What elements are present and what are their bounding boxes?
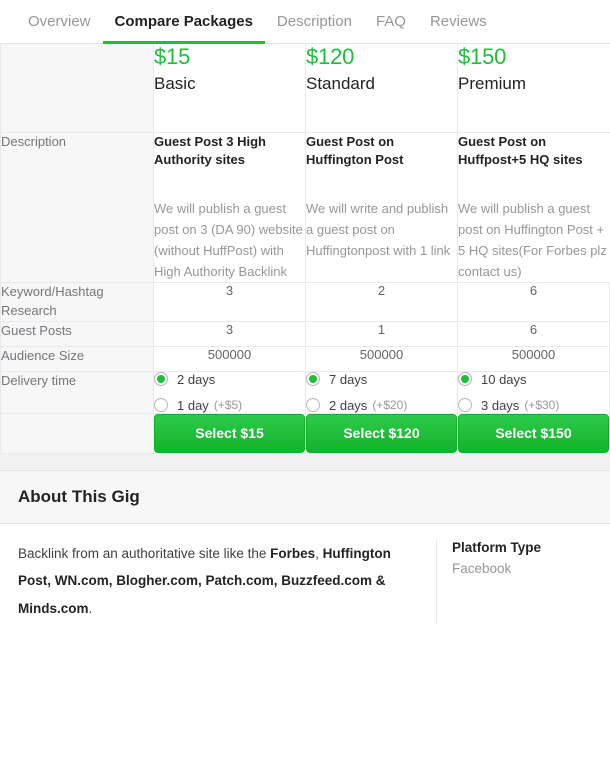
delivery-option[interactable]: 1 day (+$5) xyxy=(154,398,305,413)
about-this-gig-title: About This Gig xyxy=(18,486,140,506)
delivery-option[interactable]: 7 days xyxy=(306,372,457,387)
select-cell-basic: Select $15 xyxy=(153,413,306,454)
delivery-option-extra: (+$20) xyxy=(372,398,408,413)
guest-posts-basic: 3 xyxy=(153,321,306,347)
tab-label: Overview xyxy=(28,13,91,30)
audience-size-standard: 500000 xyxy=(305,346,458,372)
delivery-options-premium: 10 days 3 days (+$30) xyxy=(457,371,610,414)
keyword-research-premium: 6 xyxy=(457,282,610,322)
section-divider xyxy=(0,453,610,471)
description-cell-premium: Guest Post on Huffpost+5 HQ sites We wil… xyxy=(457,132,610,284)
keyword-research-standard: 2 xyxy=(305,282,458,322)
radio-icon[interactable] xyxy=(458,372,472,387)
delivery-option-label: 2 days xyxy=(177,371,216,387)
description-title: Guest Post 3 High Authority sites xyxy=(154,134,266,168)
about-this-gig-body: Backlink from an authoritative site like… xyxy=(0,523,610,623)
radio-icon[interactable] xyxy=(154,398,168,413)
description-title: Guest Post on Huffpost+5 HQ sites xyxy=(458,134,583,168)
table-header-row: $15 Basic $120 Standard $150 Premium xyxy=(0,44,610,133)
tab-faq[interactable]: FAQ xyxy=(364,0,418,44)
guest-posts-standard: 1 xyxy=(305,321,458,347)
tab-label: Reviews xyxy=(429,13,487,30)
package-name: Premium xyxy=(458,74,527,94)
table-row-keyword-research: Keyword/Hashtag Research 3 2 6 xyxy=(0,282,610,322)
description-body: We will publish a guest post on Huffingt… xyxy=(458,200,607,280)
select-cell-standard: Select $120 xyxy=(305,413,458,454)
radio-icon[interactable] xyxy=(458,398,472,413)
package-header-standard: $120 Standard xyxy=(305,44,458,133)
tab-label: Compare Packages xyxy=(114,13,253,30)
compare-packages-panel: $15 Basic $120 Standard $150 Premium Des… xyxy=(0,44,610,454)
package-name: Basic xyxy=(154,74,196,94)
audience-size-basic: 500000 xyxy=(153,346,306,372)
delivery-option[interactable]: 3 days (+$30) xyxy=(458,398,609,413)
delivery-option[interactable]: 2 days xyxy=(154,372,305,387)
delivery-option-label: 10 days xyxy=(481,371,527,387)
select-row-empty-cell xyxy=(0,413,154,454)
table-row-select-buttons: Select $15 Select $120 Select $150 xyxy=(0,413,610,454)
tab-description[interactable]: Description xyxy=(265,0,364,44)
tab-reviews[interactable]: Reviews xyxy=(418,0,499,44)
description-body: We will write and publish a guest post o… xyxy=(306,200,451,258)
radio-icon[interactable] xyxy=(306,372,320,387)
package-price: $15 xyxy=(154,44,191,69)
package-name: Standard xyxy=(306,74,375,94)
row-label-keyword-research: Keyword/Hashtag Research xyxy=(0,282,154,322)
row-label-guest-posts: Guest Posts xyxy=(0,321,154,347)
gig-metadata: Platform Type Facebook xyxy=(437,540,610,623)
platform-type-label: Platform Type xyxy=(452,539,542,555)
delivery-option[interactable]: 10 days xyxy=(458,372,609,387)
table-row-delivery-time: Delivery time 2 days 1 day (+$5) 7 days xyxy=(0,371,610,414)
guest-posts-premium: 6 xyxy=(457,321,610,347)
audience-size-premium: 500000 xyxy=(457,346,610,372)
tab-compare-packages[interactable]: Compare Packages xyxy=(102,0,266,44)
description-cell-standard: Guest Post on Huffington Post We will wr… xyxy=(305,132,458,284)
keyword-research-basic: 3 xyxy=(153,282,306,322)
delivery-option-label: 3 days xyxy=(481,397,520,413)
delivery-option-label: 1 day xyxy=(177,397,209,413)
delivery-options-basic: 2 days 1 day (+$5) xyxy=(153,371,306,414)
select-cell-premium: Select $150 xyxy=(457,413,610,454)
tab-label: Description xyxy=(276,13,352,30)
row-label-description: Description xyxy=(0,132,154,284)
radio-icon[interactable] xyxy=(154,372,168,387)
package-comparison-table: $15 Basic $120 Standard $150 Premium Des… xyxy=(0,44,610,454)
row-label-delivery-time: Delivery time xyxy=(0,371,154,414)
select-package-basic-button[interactable]: Select $15 xyxy=(154,413,305,453)
row-label-audience-size: Audience Size xyxy=(0,346,154,372)
description-title: Guest Post on Huffington Post xyxy=(306,134,404,168)
description-cell-basic: Guest Post 3 High Authority sites We wil… xyxy=(153,132,306,284)
table-row-guest-posts: Guest Posts 3 1 6 xyxy=(0,321,610,347)
delivery-options-standard: 7 days 2 days (+$20) xyxy=(305,371,458,414)
package-header-premium: $150 Premium xyxy=(457,44,610,133)
description-body: We will publish a guest post on 3 (DA 90… xyxy=(154,200,303,280)
header-empty-cell xyxy=(0,44,154,133)
gig-description-text: Backlink from an authoritative site like… xyxy=(0,539,437,623)
select-package-standard-button[interactable]: Select $120 xyxy=(306,413,457,453)
delivery-option-label: 2 days xyxy=(329,397,368,413)
package-price: $150 xyxy=(458,44,507,69)
platform-type-value: Facebook xyxy=(452,560,512,576)
tab-overview[interactable]: Overview xyxy=(16,0,103,44)
tab-label: FAQ xyxy=(375,13,406,30)
delivery-option-extra: (+$5) xyxy=(213,398,243,413)
table-row-description: Description Guest Post 3 High Authority … xyxy=(0,132,610,284)
package-price: $120 xyxy=(306,44,355,69)
delivery-option[interactable]: 2 days (+$20) xyxy=(306,398,457,413)
table-row-audience-size: Audience Size 500000 500000 500000 xyxy=(0,346,610,372)
select-package-premium-button[interactable]: Select $150 xyxy=(458,413,609,453)
package-header-basic: $15 Basic xyxy=(153,44,306,133)
radio-icon[interactable] xyxy=(306,398,320,413)
tab-bar: Overview Compare Packages Description FA… xyxy=(0,0,610,44)
about-this-gig-header: About This Gig xyxy=(0,470,610,524)
delivery-option-label: 7 days xyxy=(329,371,368,387)
delivery-option-extra: (+$30) xyxy=(524,398,560,413)
